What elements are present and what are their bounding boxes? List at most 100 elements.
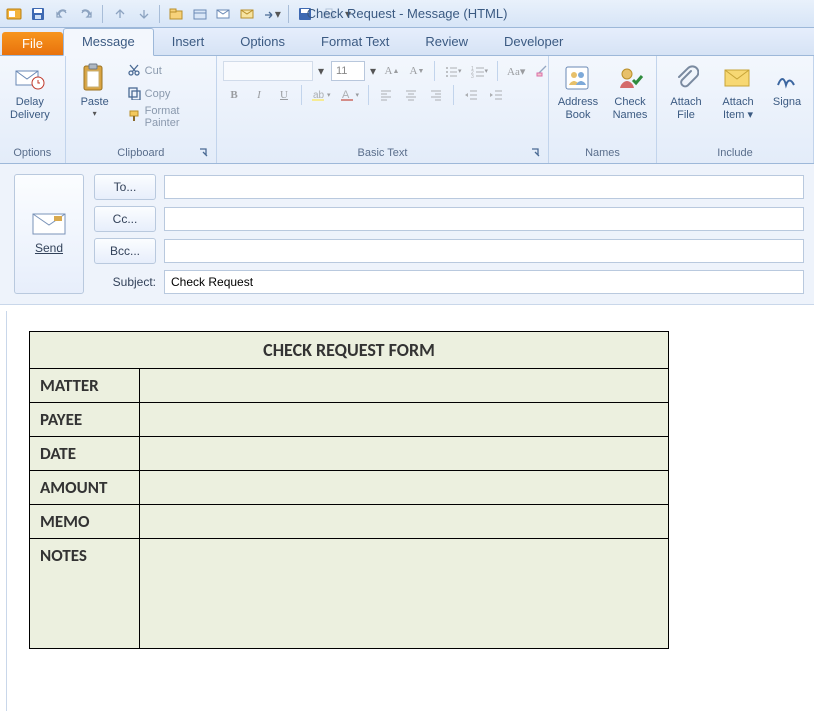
table-row: AMOUNT: [30, 471, 669, 505]
title-bar: ▾ ▾ Check Request - Message (HTML): [0, 0, 814, 28]
basic-text-launcher-icon[interactable]: [530, 147, 542, 159]
align-right-icon[interactable]: [425, 84, 447, 106]
address-book-button[interactable]: Address Book: [555, 60, 601, 124]
paperclip-icon: [670, 62, 702, 94]
prev-item-icon[interactable]: [109, 4, 129, 24]
tab-review[interactable]: Review: [407, 29, 486, 55]
chevron-down-icon[interactable]: ▾: [368, 64, 378, 78]
form-row-value[interactable]: [140, 369, 669, 403]
ribbon: Delay Delivery Options Paste ▾ Cut: [0, 56, 814, 164]
signature-icon: [771, 62, 803, 94]
form-row-value[interactable]: [140, 403, 669, 437]
forward-icon[interactable]: ▾: [262, 4, 282, 24]
bullets-icon[interactable]: ▾: [441, 60, 465, 82]
delay-delivery-icon: [14, 62, 46, 94]
delay-delivery-button[interactable]: Delay Delivery: [6, 60, 54, 124]
cc-button[interactable]: Cc...: [94, 206, 156, 232]
chevron-down-icon: ▾: [93, 109, 97, 119]
signature-button[interactable]: Signa: [767, 60, 807, 111]
compose-header: Send To... Cc... Bcc... Subject:: [0, 164, 814, 305]
cut-button[interactable]: Cut: [124, 60, 210, 82]
to-button[interactable]: To...: [94, 174, 156, 200]
undo-icon[interactable]: [52, 4, 72, 24]
check-names-icon: [614, 62, 646, 94]
attach-file-button[interactable]: Attach File: [663, 60, 709, 124]
check-names-button[interactable]: Check Names: [607, 60, 653, 124]
form-row-label: DATE: [30, 437, 140, 471]
quick-access-toolbar: ▾ ▾: [4, 4, 353, 24]
svg-text:3: 3: [471, 74, 474, 78]
underline-button[interactable]: U: [273, 84, 295, 106]
group-label-basic-text: Basic Text: [358, 147, 408, 159]
form-row-value[interactable]: [140, 471, 669, 505]
grow-font-icon[interactable]: A▲: [381, 60, 403, 82]
form-row-label: NOTES: [30, 539, 140, 649]
bold-button[interactable]: B: [223, 84, 245, 106]
clipboard-launcher-icon[interactable]: [198, 147, 210, 159]
copy-button[interactable]: Copy: [124, 83, 210, 105]
bcc-field[interactable]: [164, 239, 804, 263]
tab-developer[interactable]: Developer: [486, 29, 581, 55]
signature-label: Signa: [773, 96, 801, 109]
to-field[interactable]: [164, 175, 804, 199]
table-row: NOTES: [30, 539, 669, 649]
format-painter-button[interactable]: Format Painter: [124, 106, 210, 128]
message-body[interactable]: CHECK REQUEST FORM MATTERPAYEEDATEAMOUNT…: [6, 311, 814, 711]
decrease-indent-icon[interactable]: [460, 84, 482, 106]
align-left-icon[interactable]: [375, 84, 397, 106]
send-label: Send: [35, 241, 63, 255]
subject-label: Subject:: [94, 275, 156, 289]
font-family-select[interactable]: [223, 61, 313, 81]
cc-field[interactable]: [164, 207, 804, 231]
font-color-icon[interactable]: A▾: [337, 84, 363, 106]
font-size-select[interactable]: 11: [331, 61, 365, 81]
address-book-icon: [562, 62, 594, 94]
change-case-icon[interactable]: Aa▾: [504, 60, 528, 82]
numbering-icon[interactable]: 123▾: [468, 60, 492, 82]
align-center-icon[interactable]: [400, 84, 422, 106]
paintbrush-icon: [127, 109, 141, 126]
scissors-icon: [127, 63, 141, 80]
tab-insert[interactable]: Insert: [154, 29, 223, 55]
subject-field[interactable]: [164, 270, 804, 294]
check-request-form: CHECK REQUEST FORM MATTERPAYEEDATEAMOUNT…: [29, 331, 669, 649]
form-row-label: MEMO: [30, 505, 140, 539]
cut-label: Cut: [145, 65, 162, 77]
address-book-label: Address Book: [558, 96, 598, 122]
form-row-label: PAYEE: [30, 403, 140, 437]
reply-icon[interactable]: [214, 4, 234, 24]
group-label-options: Options: [6, 145, 59, 161]
group-label-include: Include: [663, 145, 807, 161]
archive-icon[interactable]: [190, 4, 210, 24]
paste-label: Paste: [81, 96, 109, 109]
table-row: MEMO: [30, 505, 669, 539]
highlight-icon[interactable]: ab▾: [308, 84, 334, 106]
replyall-icon[interactable]: [238, 4, 258, 24]
attach-file-label: Attach File: [670, 96, 701, 122]
paste-button[interactable]: Paste ▾: [72, 60, 118, 121]
outlook-icon[interactable]: [4, 4, 24, 24]
increase-indent-icon[interactable]: [485, 84, 507, 106]
move-icon[interactable]: [166, 4, 186, 24]
form-row-label: AMOUNT: [30, 471, 140, 505]
form-row-value[interactable]: [140, 437, 669, 471]
next-item-icon[interactable]: [133, 4, 153, 24]
shrink-font-icon[interactable]: A▼: [406, 60, 428, 82]
redo-icon[interactable]: [76, 4, 96, 24]
italic-button[interactable]: I: [248, 84, 270, 106]
table-row: PAYEE: [30, 403, 669, 437]
attach-item-button[interactable]: Attach Item ▾: [715, 60, 761, 124]
bcc-button[interactable]: Bcc...: [94, 238, 156, 264]
check-names-label: Check Names: [613, 96, 648, 122]
form-row-value[interactable]: [140, 539, 669, 649]
tab-message[interactable]: Message: [63, 28, 154, 56]
tab-format-text[interactable]: Format Text: [303, 29, 407, 55]
copy-label: Copy: [145, 88, 171, 100]
tab-options[interactable]: Options: [222, 29, 303, 55]
paste-icon: [79, 62, 111, 94]
tab-file[interactable]: File: [2, 32, 63, 55]
save-icon[interactable]: [28, 4, 48, 24]
form-row-value[interactable]: [140, 505, 669, 539]
send-button[interactable]: Send: [14, 174, 84, 294]
chevron-down-icon[interactable]: ▾: [316, 64, 326, 78]
